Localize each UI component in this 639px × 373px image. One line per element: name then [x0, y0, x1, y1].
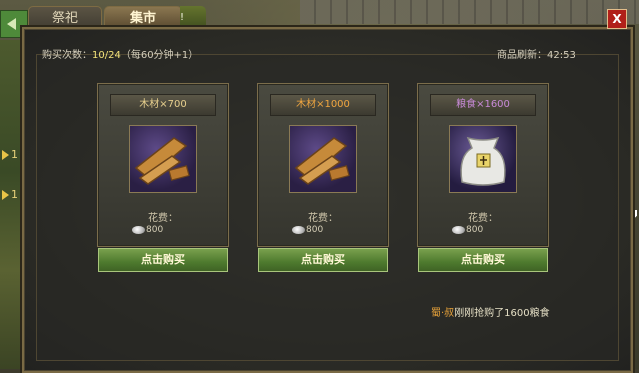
cost-label: 花费： — [148, 213, 178, 224]
silver-icon — [452, 226, 465, 234]
item-price: 800 — [146, 225, 164, 235]
shop-item-card: 木材×1000 花费： 800 — [257, 83, 389, 247]
silver-icon — [132, 226, 145, 234]
arrow-icon — [2, 150, 9, 160]
buy-button[interactable]: 点击购买 — [98, 248, 228, 272]
shop-item-card: 粮食×1600 花费： 800 — [417, 83, 549, 247]
item-price: 800 — [466, 225, 484, 235]
purchase-count-note: （每60分钟+1） — [120, 50, 199, 61]
announcement-player[interactable]: 蜀·叔 — [431, 308, 454, 319]
item-name: 木材×1000 — [270, 94, 376, 116]
side-label-1: 1 — [11, 148, 18, 161]
buy-button[interactable]: 点击购买 — [418, 248, 548, 272]
wood-item-icon[interactable] — [289, 125, 357, 193]
cost-label: 花费： — [468, 213, 498, 224]
close-button[interactable]: X — [607, 9, 627, 29]
city-wall-decoration — [300, 0, 639, 24]
announcement-text: 刚刚抢购了1600粮食 — [454, 308, 550, 319]
buy-button[interactable]: 点击购买 — [258, 248, 388, 272]
refresh-time: 42:53 — [547, 50, 576, 61]
purchase-announcement: 蜀·叔刚刚抢购了1600粮食 — [431, 304, 550, 319]
purchase-count-value: 10/24 — [92, 50, 121, 61]
refresh-timer: 商品刷新：42:53 — [497, 46, 576, 61]
refresh-label: 商品刷新： — [497, 50, 547, 61]
silver-icon — [292, 226, 305, 234]
side-label-2: 1 — [11, 188, 18, 201]
grain-sack-icon[interactable] — [449, 125, 517, 193]
shop-item-card: 木材×700 花费： 800 — [97, 83, 229, 247]
wood-item-icon[interactable] — [129, 125, 197, 193]
item-name: 木材×700 — [110, 94, 216, 116]
purchase-count-label: 购买次数： — [42, 50, 92, 61]
arrow-icon — [2, 190, 9, 200]
cost-label: 花费： — [308, 213, 338, 224]
item-name: 粮食×1600 — [430, 94, 536, 116]
left-side-strip: 1 1 — [0, 40, 24, 369]
item-price: 800 — [306, 225, 324, 235]
purchase-count: 购买次数：10/24（每60分钟+1） — [42, 46, 198, 61]
